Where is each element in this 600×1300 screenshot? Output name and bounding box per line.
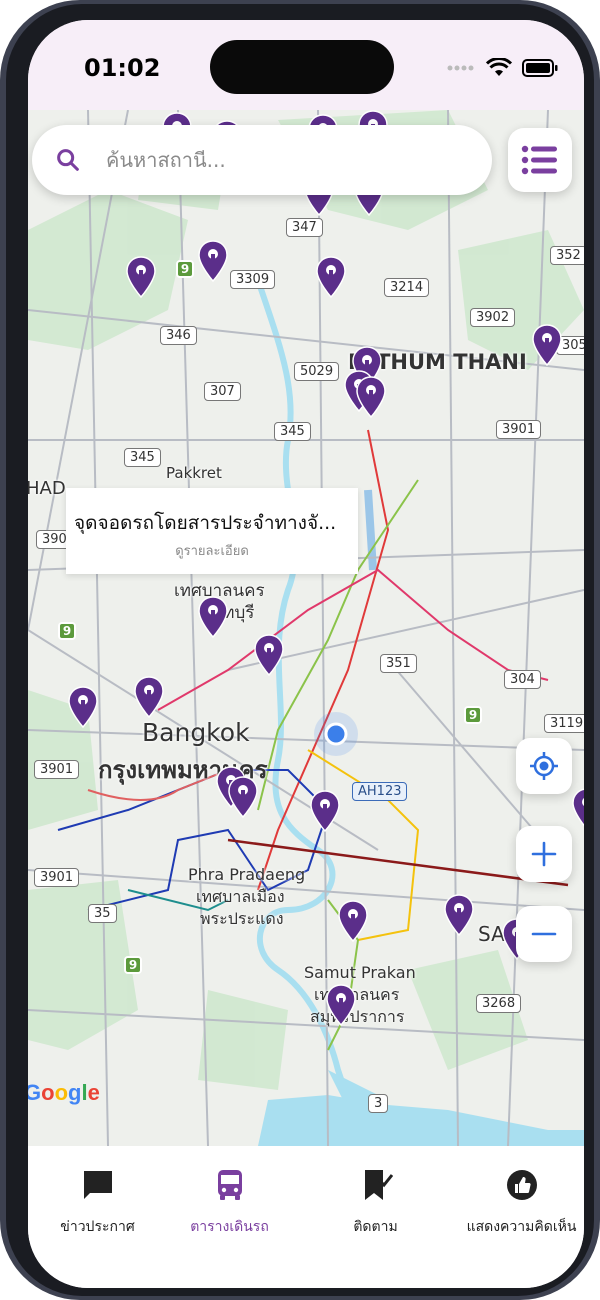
highway-shield: 9 [176,260,194,278]
map-label-had: HAD [28,478,66,499]
road-shield: 351 [380,654,417,673]
like-icon [506,1170,537,1200]
station-pin-icon[interactable] [356,376,386,418]
road-shield: 346 [160,326,197,345]
popup-title: จุดจอดรถโดยสารประจำทางจั... [74,512,337,534]
road-shield: 5029 [294,362,340,381]
station-pin-icon[interactable] [198,240,228,282]
wifi-icon [486,58,512,76]
phone-frame: 01:02 PATHUM THANI Pakkret เทศบาลนคร Ban… [0,0,600,1300]
tab-news[interactable]: ข่าวประกาศ [28,1168,167,1238]
station-info-popup[interactable]: จุดจอดรถโดยสารประจำทางจั... ดูรายละเอียด [66,488,358,574]
minus-icon [531,932,557,936]
dynamic-island [210,40,394,94]
highway-shield: 9 [464,706,482,724]
map-label-sa: SA [478,922,505,946]
app-screen: 01:02 PATHUM THANI Pakkret เทศบาลนคร Ban… [28,20,584,1288]
tab-label: ข่าวประกาศ [60,1219,135,1235]
road-shield: 3 [368,1094,389,1113]
station-pin-icon[interactable] [532,324,562,366]
search-icon[interactable] [54,146,82,174]
tab-follow[interactable]: ติดตาม [306,1168,445,1238]
chat-icon [83,1171,112,1199]
list-view-button[interactable] [508,128,572,192]
road-shield: 304 [504,670,541,689]
plus-icon [531,841,557,867]
zoom-out-button[interactable] [516,906,572,962]
map-view[interactable]: PATHUM THANI Pakkret เทศบาลนคร นนทบุรี B… [28,110,584,1146]
station-pin-icon[interactable] [228,776,258,818]
tab-feedback[interactable]: แสดงความคิดเห็น [452,1168,584,1238]
road-shield: 3901 [496,420,542,439]
map-label-phra-pradaeng-1: Phra Pradaeng [188,865,306,884]
search-input[interactable] [104,147,458,173]
status-icons [446,58,558,78]
road-shield: 3214 [384,278,430,297]
map-label-phra-pradaeng-2: เทศบาลเมือง [196,887,285,906]
road-shield: 3901 [34,868,80,887]
bookmark-icon [364,1170,393,1200]
road-shield-ah: AH123 [352,782,408,801]
road-shield: 3902 [470,308,516,327]
search-bar[interactable] [32,125,492,195]
road-shield: 352 [550,246,584,265]
map-label-samut-prakan-3: สมุทรปราการ [310,1007,405,1026]
station-pin-icon[interactable] [126,256,156,298]
station-pin-icon[interactable] [572,788,584,830]
road-shield: 345 [124,448,161,467]
crosshair-icon [530,752,558,780]
road-shield: 3119 [544,714,584,733]
highway-shield: 9 [58,622,76,640]
my-location-button[interactable] [516,738,572,794]
status-time: 01:02 [84,54,161,82]
popup-details-link[interactable]: ดูรายละเอียด [66,540,358,561]
status-bar: 01:02 [28,20,584,110]
station-pin-icon[interactable] [198,596,228,638]
tab-label: แสดงความคิดเห็น [466,1219,577,1235]
road-shield: 307 [204,382,241,401]
zoom-in-button[interactable] [516,826,572,882]
bottom-tab-bar: ข่าวประกาศ ตารางเดินรถ ติดตาม แสดงความคิ… [28,1146,584,1288]
station-pin-icon[interactable] [326,984,356,1026]
map-label-phra-pradaeng-3: พระประแดง [200,909,284,928]
road-shield: 345 [274,422,311,441]
station-pin-icon[interactable] [310,790,340,832]
phone-bezel: 01:02 PATHUM THANI Pakkret เทศบาลนคร Ban… [6,4,594,1296]
map-label-pakkret: Pakkret [166,464,222,482]
station-pin-icon[interactable] [134,676,164,718]
station-pin-icon[interactable] [316,256,346,298]
road-shield: 347 [286,218,323,237]
map-canvas[interactable] [28,110,584,1146]
road-shield: 35 [88,904,117,923]
tab-schedule[interactable]: ตารางเดินรถ [160,1168,299,1238]
google-attribution: Google [28,1080,100,1105]
map-label-samut-prakan-1: Samut Prakan [304,963,416,982]
station-pin-icon[interactable] [68,686,98,728]
battery-icon [522,59,558,77]
tab-label: ติดตาม [353,1219,398,1235]
map-label-bangkok-en: Bangkok [142,718,250,747]
road-shield: 3309 [230,270,276,289]
road-shield: 3268 [476,994,522,1013]
station-pin-icon[interactable] [254,634,284,676]
road-shield: 3901 [34,760,80,779]
bus-icon [217,1170,242,1200]
signal-icon [447,65,474,71]
station-pin-icon[interactable] [444,894,474,936]
list-icon [521,145,557,175]
station-pin-icon[interactable] [338,900,368,942]
tab-label: ตารางเดินรถ [190,1219,269,1235]
highway-shield: 9 [124,956,142,974]
